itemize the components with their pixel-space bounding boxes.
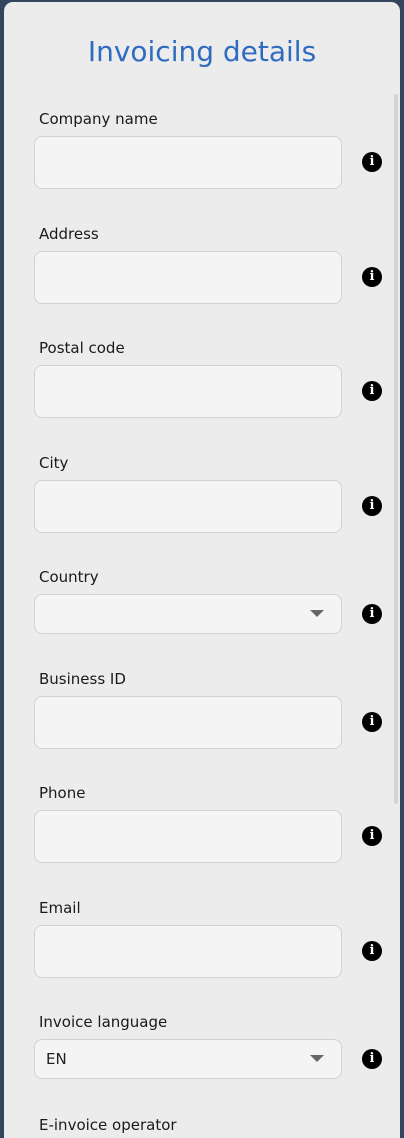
chevron-down-icon [310, 1055, 324, 1062]
info-icon[interactable]: i [362, 152, 382, 172]
info-icon[interactable]: i [362, 712, 382, 732]
country-label: Country [39, 568, 99, 586]
scrollbar[interactable] [394, 94, 398, 804]
invoice-language-value: EN [46, 1050, 67, 1068]
info-icon[interactable]: i [362, 381, 382, 401]
email-input[interactable] [34, 925, 342, 978]
invoice-language-label: Invoice language [39, 1013, 168, 1031]
postal-code-input[interactable] [34, 365, 342, 418]
phone-label: Phone [39, 784, 86, 802]
invoice-language-select[interactable]: EN [34, 1039, 342, 1079]
business-id-label: Business ID [39, 670, 126, 688]
city-label: City [39, 454, 69, 472]
country-select[interactable] [34, 594, 342, 634]
city-input[interactable] [34, 480, 342, 533]
page-title: Invoicing details [87, 35, 317, 68]
email-label: Email [39, 899, 81, 917]
info-icon[interactable]: i [362, 1049, 382, 1069]
invoicing-details-panel: Invoicing details Company name i Address… [4, 2, 400, 1138]
postal-code-label: Postal code [39, 339, 125, 357]
e-invoice-operator-label: E-invoice operator [39, 1116, 177, 1134]
info-icon[interactable]: i [362, 604, 382, 624]
company-name-label: Company name [39, 110, 158, 128]
info-icon[interactable]: i [362, 496, 382, 516]
info-icon[interactable]: i [362, 826, 382, 846]
info-icon[interactable]: i [362, 941, 382, 961]
business-id-input[interactable] [34, 696, 342, 749]
address-label: Address [39, 225, 99, 243]
info-icon[interactable]: i [362, 267, 382, 287]
phone-input[interactable] [34, 810, 342, 863]
chevron-down-icon [310, 610, 324, 617]
address-input[interactable] [34, 251, 342, 304]
company-name-input[interactable] [34, 136, 342, 189]
